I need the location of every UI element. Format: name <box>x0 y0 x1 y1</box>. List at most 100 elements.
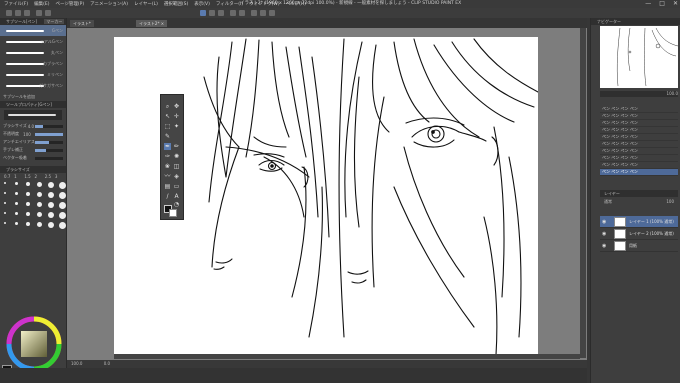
brush-size-dot[interactable] <box>4 182 6 184</box>
eye-icon[interactable]: ◉ <box>602 219 606 225</box>
maximize-button[interactable]: □ <box>659 0 665 8</box>
eyedropper-tool-icon[interactable]: ✎ <box>164 133 171 140</box>
brush-size-dot[interactable] <box>59 182 66 189</box>
material-item[interactable]: ペン ペン ペン ペン <box>600 120 678 127</box>
brush-size-dot[interactable] <box>48 192 54 198</box>
menu-page[interactable]: ページ管理(P) <box>55 1 84 7</box>
brush-size-dot[interactable] <box>59 202 66 209</box>
add-subtool-row[interactable]: サブツールを追加 <box>0 93 66 101</box>
brush-size-dot[interactable] <box>26 202 30 206</box>
property-row[interactable]: アンチエイリアス <box>0 138 66 146</box>
move-tool-icon[interactable]: ✥ <box>173 103 180 110</box>
property-row[interactable]: 不透明度 100 <box>0 130 66 138</box>
tab-marker[interactable]: マーカー <box>44 19 65 24</box>
property-slider[interactable] <box>34 132 63 136</box>
selection-tool-icon[interactable]: ⬚ <box>164 123 171 130</box>
menu-view[interactable]: 表示(V) <box>194 1 210 7</box>
text-tool-icon[interactable]: A <box>173 193 180 200</box>
brush-size-dot[interactable] <box>48 222 54 228</box>
layer-row[interactable]: ◉ レイヤー 1 (100% 通常) <box>600 216 678 228</box>
eraser-tool-icon[interactable]: ◫ <box>173 163 180 170</box>
brush-size-dot[interactable] <box>15 212 18 215</box>
minimize-button[interactable]: — <box>645 0 651 8</box>
brush-size-dot[interactable] <box>26 182 30 186</box>
decoration-tool-icon[interactable]: ❀ <box>164 163 171 170</box>
menu-layer[interactable]: レイヤー(L) <box>134 1 158 7</box>
property-slider[interactable] <box>35 124 63 128</box>
airbrush-tool-icon[interactable]: ✺ <box>173 153 180 160</box>
property-slider[interactable] <box>35 140 63 144</box>
property-slider[interactable] <box>35 156 63 160</box>
brush-size-dot[interactable] <box>37 182 42 187</box>
close-button[interactable]: ✕ <box>673 0 678 8</box>
undo-icon[interactable] <box>36 10 42 16</box>
pen-tool-icon[interactable]: ✒ <box>164 143 171 150</box>
brush-size-dot[interactable] <box>37 192 42 197</box>
fill-icon[interactable] <box>239 10 245 16</box>
select-all-icon[interactable] <box>251 10 257 16</box>
brush-size-dot[interactable] <box>37 202 42 207</box>
brush-size-dot[interactable] <box>26 212 30 216</box>
brush-item[interactable]: 丸ペン <box>0 47 66 58</box>
material-item[interactable]: ペン ペン ペン ペン <box>600 113 678 120</box>
brush-size-dot[interactable] <box>59 222 66 229</box>
eye-icon[interactable]: ◉ <box>602 231 606 237</box>
ruler-snap-icon[interactable] <box>209 10 215 16</box>
brush-size-dot[interactable] <box>4 222 6 224</box>
brush-item[interactable]: ミリペン <box>0 69 66 80</box>
menu-file[interactable]: ファイル(F) <box>4 1 28 7</box>
new-file-icon[interactable] <box>6 10 12 16</box>
tab-illustration-2[interactable]: イラスト2* × <box>136 20 168 27</box>
brush-size-dot[interactable] <box>48 182 54 188</box>
brush-tool-icon[interactable]: ✑ <box>164 153 171 160</box>
balloon-tool-icon[interactable]: ◔ <box>173 201 180 208</box>
property-row[interactable]: ブラシサイズ 4.0 <box>0 122 66 130</box>
color-wheel[interactable] <box>6 316 62 372</box>
brush-size-dot[interactable] <box>15 222 18 225</box>
brush-size-dot[interactable] <box>59 192 66 199</box>
zoom-tool-icon[interactable]: ⌕ <box>164 103 171 110</box>
brush-size-dot[interactable] <box>15 202 18 205</box>
navigator-zoom[interactable]: 100.0 <box>600 91 678 97</box>
material-item[interactable]: ペン ペン ペン ペン <box>600 169 678 176</box>
brush-size-dot[interactable] <box>4 192 6 194</box>
layer-row[interactable]: ◉ レイヤー 2 (100% 通常) <box>600 228 678 240</box>
brush-size-dot[interactable] <box>15 182 18 185</box>
operation-tool-icon[interactable]: ↖ <box>164 113 171 120</box>
invert-selection-icon[interactable] <box>269 10 275 16</box>
pencil-tool-icon[interactable]: ✏ <box>173 143 180 150</box>
grid-snap-icon[interactable] <box>218 10 224 16</box>
brush-item[interactable]: Gペン <box>0 25 66 36</box>
brush-size-dot[interactable] <box>15 192 18 195</box>
auto-select-tool-icon[interactable]: ✦ <box>173 123 180 130</box>
redo-icon[interactable] <box>45 10 51 16</box>
brush-item[interactable]: ガサガサペン <box>0 80 66 91</box>
layer-move-tool-icon[interactable]: ✛ <box>173 113 180 120</box>
open-file-icon[interactable] <box>15 10 21 16</box>
gradient-tool-icon[interactable]: ▤ <box>164 183 171 190</box>
vertical-scrollbar[interactable] <box>580 28 586 358</box>
layer-row[interactable]: ◉ 用紙 <box>600 240 678 252</box>
property-row[interactable]: 手ブレ補正 <box>0 146 66 154</box>
menu-selection[interactable]: 選択範囲(S) <box>164 1 188 7</box>
brush-size-dot[interactable] <box>37 222 42 227</box>
brush-size-dot[interactable] <box>4 212 6 214</box>
brush-size-dot[interactable] <box>26 222 30 226</box>
brush-size-dot[interactable] <box>37 212 42 217</box>
material-item[interactable]: ペン ペン ペン ペン <box>600 148 678 155</box>
material-item[interactable]: ペン ペン ペン ペン <box>600 134 678 141</box>
brush-size-dot[interactable] <box>59 212 66 219</box>
brush-size-dot[interactable] <box>26 192 30 196</box>
figure-tool-icon[interactable]: ▭ <box>173 183 180 190</box>
horizontal-scrollbar[interactable] <box>114 354 580 359</box>
brush-size-dot[interactable] <box>48 202 54 208</box>
background-color-swatch[interactable] <box>169 209 177 217</box>
material-item[interactable]: ペン ペン ペン ペン <box>600 127 678 134</box>
rotation-value[interactable]: 0.0 <box>104 361 110 366</box>
eye-icon[interactable]: ◉ <box>602 243 606 249</box>
blend-tool-icon[interactable]: 〰 <box>164 173 171 180</box>
brush-size-dot[interactable] <box>48 212 54 218</box>
brush-item[interactable]: リアルGペン <box>0 36 66 47</box>
blend-mode-select[interactable]: 通常 <box>600 199 612 204</box>
tab-illustration-1[interactable]: イラスト* <box>70 20 94 27</box>
